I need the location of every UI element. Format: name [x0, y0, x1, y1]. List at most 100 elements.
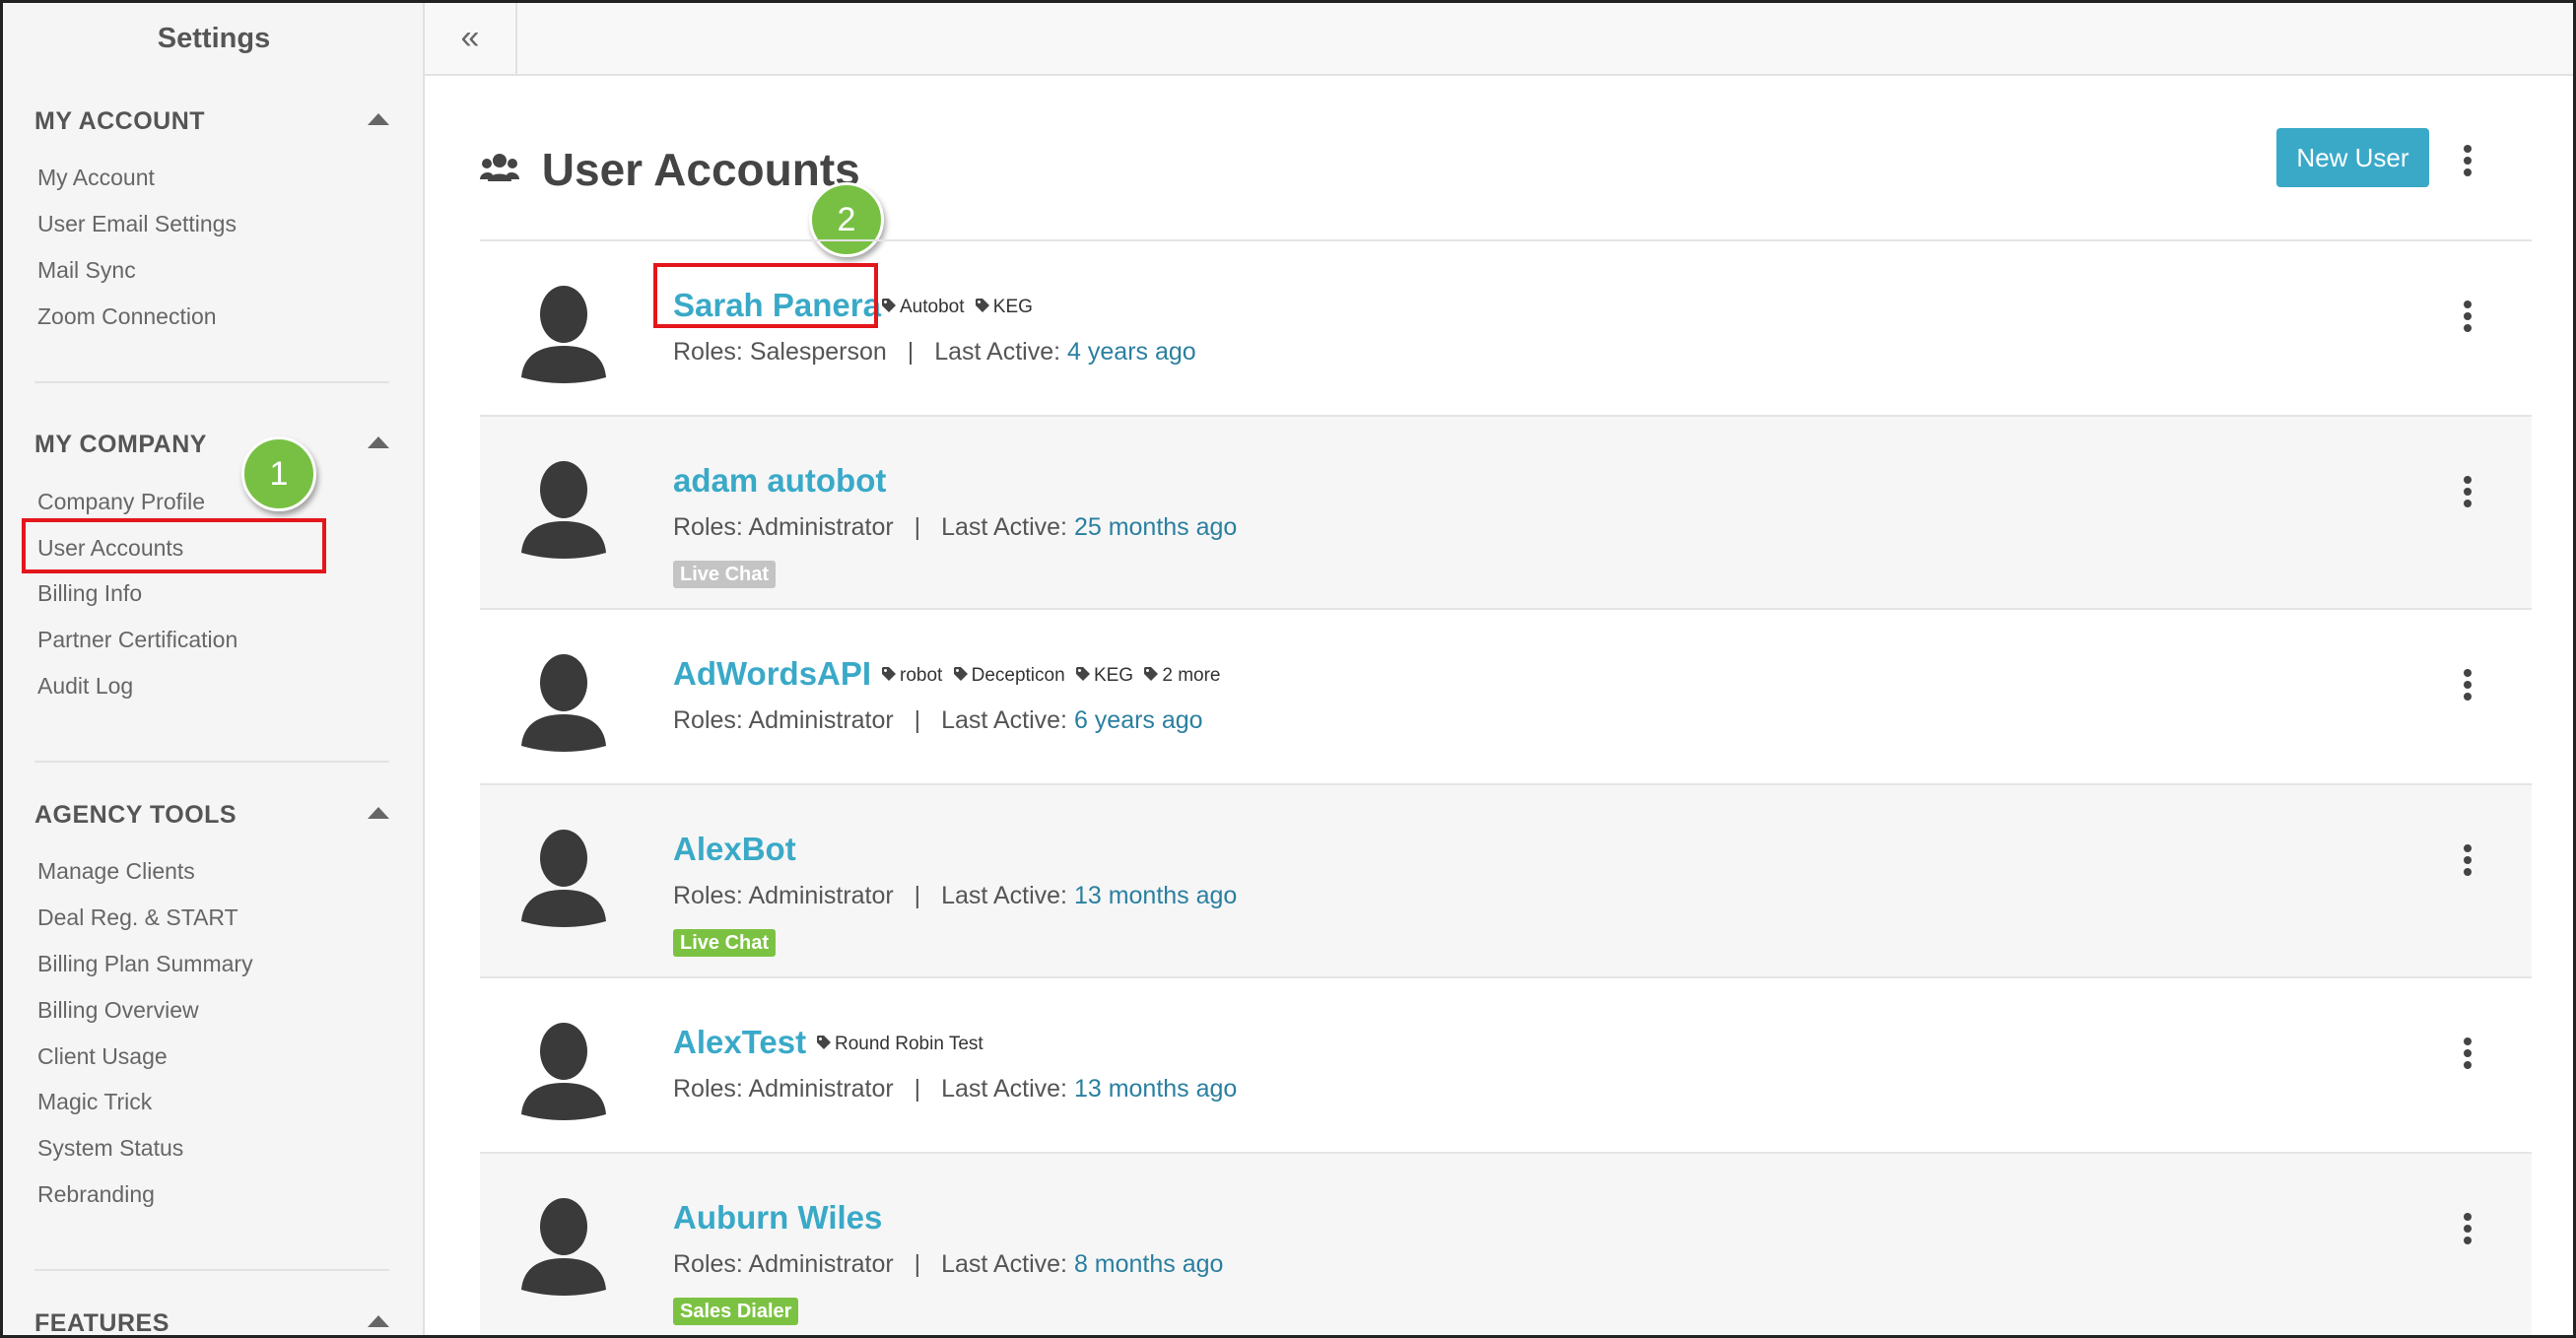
row-options-kebab-icon[interactable] — [2453, 665, 2482, 704]
tag-label: Autobot — [900, 297, 965, 318]
sidebar-item-billing-overview[interactable]: Billing Overview — [37, 997, 199, 1024]
collapse-sidebar-button[interactable]: « — [425, 3, 517, 74]
new-user-button[interactable]: New User — [2276, 128, 2429, 187]
section-heading: FEATURES — [34, 1309, 169, 1337]
user-name-link[interactable]: Auburn Wiles — [673, 1199, 882, 1237]
user-name-link[interactable]: adam autobot — [673, 462, 886, 500]
page-options-kebab-icon[interactable] — [2453, 141, 2482, 180]
sidebar-item-user-email-settings[interactable]: User Email Settings — [37, 211, 237, 237]
meta-separator: | — [914, 882, 921, 909]
row-options-kebab-icon[interactable] — [2453, 1209, 2482, 1248]
user-name-link[interactable]: AlexTest — [673, 1024, 806, 1061]
tag-icon — [1075, 665, 1090, 687]
user-meta: Roles: Administrator | Last Active: 6 ye… — [673, 706, 1203, 735]
last-active-value: 13 months ago — [1073, 1075, 1238, 1103]
caret-up-icon[interactable] — [368, 1315, 389, 1327]
avatar-placeholder-icon — [519, 825, 608, 927]
sidebar-item-rebranding[interactable]: Rebranding — [37, 1181, 155, 1208]
user-tags: Round Robin Test — [817, 1034, 989, 1055]
meta-separator: | — [914, 513, 921, 541]
caret-up-icon[interactable] — [368, 807, 389, 819]
sidebar-item-manage-clients[interactable]: Manage Clients — [37, 858, 195, 885]
sidebar-item-deal-reg[interactable]: Deal Reg. & START — [37, 904, 238, 931]
sidebar-item-magic-trick[interactable]: Magic Trick — [37, 1089, 152, 1115]
step-1-callout: 1 — [241, 436, 316, 511]
meta-separator: | — [907, 338, 915, 366]
caret-up-icon[interactable] — [368, 436, 389, 448]
sidebar-item-system-status[interactable]: System Status — [37, 1135, 183, 1162]
live-chat-badge: Live Chat — [673, 561, 777, 588]
roles-label: Roles: — [673, 1075, 743, 1103]
last-active-label: Last Active: — [941, 882, 1067, 909]
section-heading: MY ACCOUNT — [34, 107, 206, 135]
sidebar-item-zoom-connection[interactable]: Zoom Connection — [37, 303, 217, 330]
avatar-placeholder-icon — [519, 456, 608, 559]
section-divider — [34, 761, 389, 763]
user-meta: Roles: Administrator | Last Active: 25 m… — [673, 513, 1237, 542]
tag-label: Decepticon — [971, 665, 1065, 687]
sidebar-item-my-account[interactable]: My Account — [37, 165, 155, 191]
section-agency-tools[interactable]: AGENCY TOOLS — [34, 801, 389, 840]
sidebar-item-mail-sync[interactable]: Mail Sync — [37, 257, 136, 284]
sidebar-item-billing-plan-summary[interactable]: Billing Plan Summary — [37, 951, 253, 977]
tag-label: Round Robin Test — [835, 1034, 983, 1055]
section-heading: AGENCY TOOLS — [34, 801, 237, 829]
last-active-label: Last Active: — [941, 1250, 1067, 1278]
sidebar-item-company-profile[interactable]: Company Profile — [37, 489, 205, 515]
tag-label: KEG — [1093, 665, 1134, 687]
row-options-kebab-icon[interactable] — [2453, 1034, 2482, 1073]
user-tags: robot Decepticon KEG 2 more — [882, 665, 1226, 687]
user-row[interactable]: AlexBot Roles: Administrator | Last Acti… — [480, 783, 2532, 976]
tag-label: 2 more — [1162, 665, 1221, 687]
section-features[interactable]: FEATURES — [34, 1309, 389, 1337]
last-active-value: 6 years ago — [1073, 706, 1203, 734]
sidebar-item-partner-certification[interactable]: Partner Certification — [37, 627, 237, 653]
row-options-kebab-icon[interactable] — [2453, 297, 2482, 336]
last-active-value: 25 months ago — [1073, 513, 1238, 541]
tag-item[interactable]: KEG — [975, 297, 1033, 318]
avatar-placeholder-icon — [519, 1193, 608, 1296]
tag-more-link[interactable]: 2 more — [1144, 665, 1220, 687]
section-divider — [34, 381, 389, 383]
tag-item[interactable]: Autobot — [882, 297, 965, 318]
last-active-label: Last Active: — [941, 1075, 1067, 1103]
roles-label: Roles: — [673, 706, 743, 734]
user-row[interactable]: adam autobot Roles: Administrator | Last… — [480, 415, 2532, 608]
user-name-link[interactable]: AdWordsAPI — [673, 655, 871, 693]
section-my-account[interactable]: MY ACCOUNT — [34, 107, 389, 147]
avatar-placeholder-icon — [519, 1018, 608, 1120]
row-options-kebab-icon[interactable] — [2453, 472, 2482, 511]
tag-item[interactable]: Decepticon — [953, 665, 1065, 687]
caret-up-icon[interactable] — [368, 113, 389, 125]
tag-label: KEG — [992, 297, 1033, 318]
sidebar-item-billing-info[interactable]: Billing Info — [37, 580, 142, 607]
app-window: Settings MY ACCOUNT My Account User Emai… — [0, 0, 2576, 1338]
users-group-icon — [480, 143, 519, 196]
section-heading: MY COMPANY — [34, 431, 207, 458]
page-title-text: User Accounts — [541, 143, 860, 195]
tag-item[interactable]: Round Robin Test — [817, 1034, 983, 1055]
user-row[interactable]: AdWordsAPI robot Decepticon KEG 2 more R… — [480, 608, 2532, 801]
sidebar-item-client-usage[interactable]: Client Usage — [37, 1043, 168, 1070]
last-active-value: 13 months ago — [1073, 882, 1238, 909]
tag-item[interactable]: KEG — [1075, 665, 1134, 687]
section-my-company[interactable]: MY COMPANY — [34, 431, 389, 470]
avatar-placeholder-icon — [519, 281, 608, 383]
roles-label: Roles: — [673, 338, 743, 366]
last-active-label: Last Active: — [941, 513, 1067, 541]
sidebar-item-audit-log[interactable]: Audit Log — [37, 673, 133, 700]
roles-label: Roles: — [673, 882, 743, 909]
user-row[interactable]: Auburn Wiles Roles: Administrator | Last… — [480, 1152, 2532, 1335]
roles-value: Administrator — [748, 1075, 894, 1103]
user-meta: Roles: Administrator | Last Active: 13 m… — [673, 1075, 1237, 1104]
user-row[interactable]: AlexTest Round Robin Test Roles: Adminis… — [480, 976, 2532, 1170]
avatar-placeholder-icon — [519, 649, 608, 752]
sidebar-title: Settings — [157, 23, 271, 54]
last-active-value: 8 months ago — [1073, 1250, 1224, 1278]
tag-label: robot — [900, 665, 943, 687]
row-options-kebab-icon[interactable] — [2453, 840, 2482, 880]
tag-item[interactable]: robot — [882, 665, 942, 687]
user-name-link[interactable]: AlexBot — [673, 831, 796, 868]
user-meta: Roles: Administrator | Last Active: 8 mo… — [673, 1250, 1223, 1279]
tag-icon — [953, 665, 968, 687]
